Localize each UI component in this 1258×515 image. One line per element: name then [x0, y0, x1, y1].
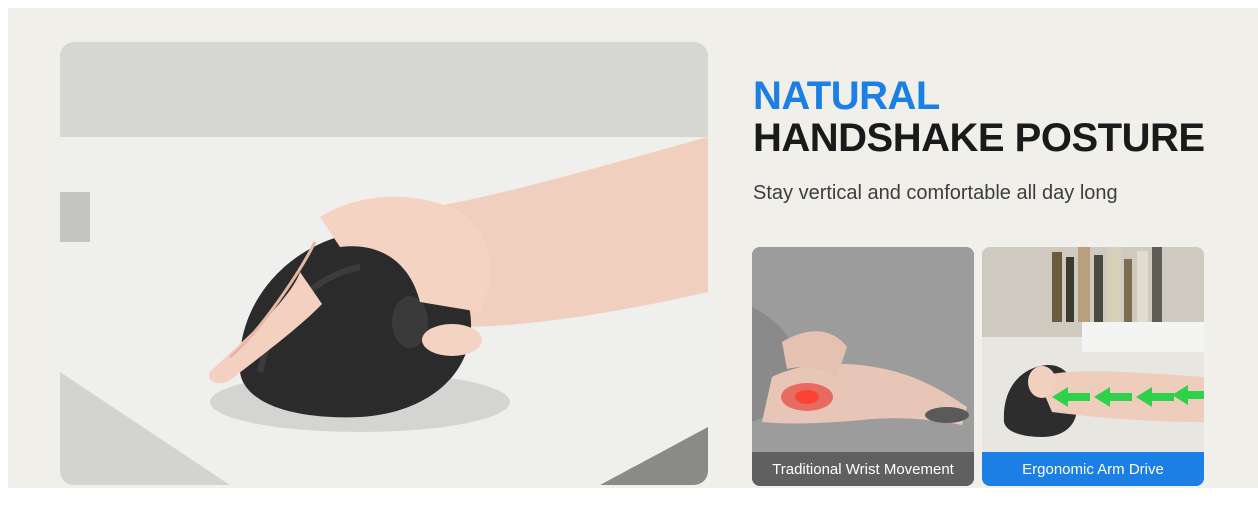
wrist-pain-illustration	[752, 247, 974, 486]
headline-line-1: NATURAL	[753, 74, 940, 118]
card-label-ergonomic: Ergonomic Arm Drive	[982, 452, 1204, 486]
headline-line-2: HANDSHAKE POSTURE	[753, 116, 1205, 160]
card-label-traditional: Traditional Wrist Movement	[752, 452, 974, 486]
arm-drive-illustration	[982, 247, 1204, 486]
comparison-card-traditional: Traditional Wrist Movement	[752, 247, 974, 486]
headline: NATURAL HANDSHAKE POSTURE	[753, 76, 1205, 158]
hero-photo	[60, 42, 708, 485]
hand-on-mouse-illustration	[60, 42, 708, 485]
product-banner: NATURAL HANDSHAKE POSTURE Stay vertical …	[8, 8, 1258, 488]
subheadline: Stay vertical and comfortable all day lo…	[753, 182, 1118, 204]
comparison-card-ergonomic: Ergonomic Arm Drive	[982, 247, 1204, 486]
